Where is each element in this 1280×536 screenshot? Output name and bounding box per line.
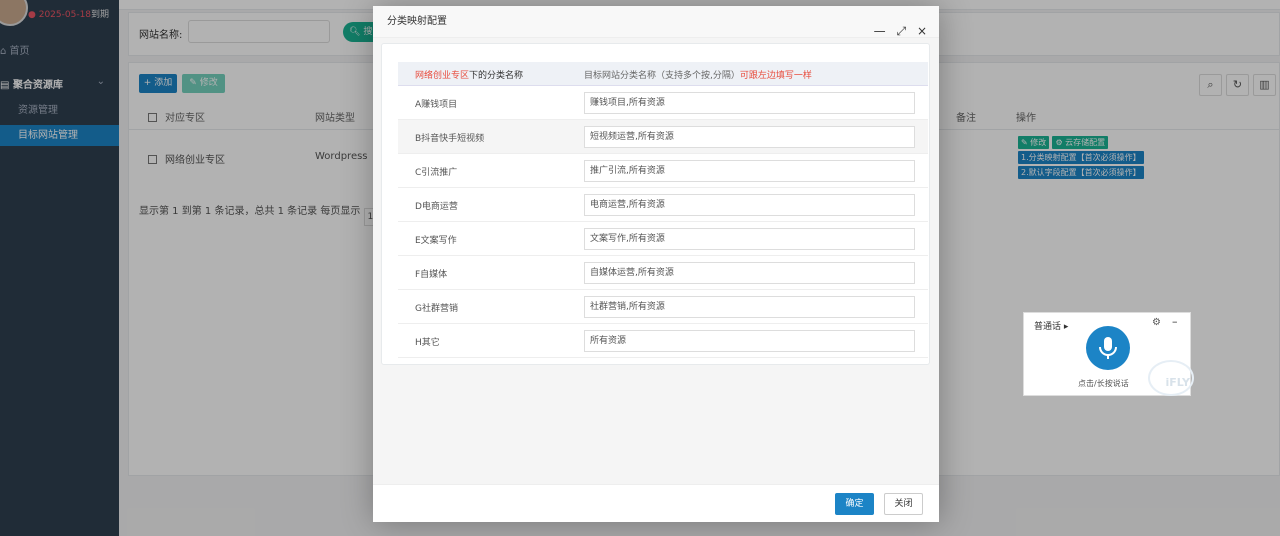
target-category-input[interactable]: 赚钱项目,所有资源 (584, 92, 915, 114)
close-button[interactable]: 关闭 (884, 493, 923, 515)
target-header-label: 目标网站分类名称（支持多个按,分隔） (584, 71, 740, 81)
mapping-header: 网络创业专区下的分类名称 目标网站分类名称（支持多个按,分隔）可跟左边填写一样 (398, 62, 928, 86)
mapping-row-label: C引流推广 (415, 168, 458, 178)
mapping-header-source: 网络创业专区下的分类名称 (415, 68, 523, 81)
mapping-row-label: A赚钱项目 (415, 100, 458, 110)
gear-icon[interactable]: ⚙ (1152, 317, 1161, 328)
mapping-row-label: F自媒体 (415, 270, 448, 280)
voice-input-widget: 普通话 ▸ ⚙ – 点击/长按说话 iFLY (1023, 312, 1194, 396)
target-category-input[interactable]: 社群营销,所有资源 (584, 296, 915, 318)
mapping-card: 网络创业专区下的分类名称 目标网站分类名称（支持多个按,分隔）可跟左边填写一样 … (381, 43, 930, 365)
voice-hint: 点击/长按说话 (1078, 379, 1129, 388)
microphone-button[interactable] (1086, 326, 1130, 370)
mapping-row: B抖音快手短视频 短视频运营,所有资源 (398, 120, 928, 154)
dialog-title-bar: 分类映射配置 — ⤢ × (373, 6, 939, 38)
target-category-input[interactable]: 电商运营,所有资源 (584, 194, 915, 216)
ifly-logo: iFLY (1148, 360, 1194, 396)
mapping-row: E文案写作 文案写作,所有资源 (398, 222, 928, 256)
target-category-input[interactable]: 自媒体运营,所有资源 (584, 262, 915, 284)
mapping-row-label: D电商运营 (415, 202, 458, 212)
mapping-row: G社群营销 社群营销,所有资源 (398, 290, 928, 324)
mapping-row-label: H其它 (415, 338, 440, 348)
target-category-input[interactable]: 文案写作,所有资源 (584, 228, 915, 250)
mapping-row: A赚钱项目 赚钱项目,所有资源 (398, 86, 928, 120)
minimize-icon[interactable]: – (1172, 315, 1178, 328)
category-mapping-dialog: 分类映射配置 — ⤢ × 网络创业专区下的分类名称 目标网站分类名称（支持多个按… (373, 6, 939, 522)
caret-right-icon: ▸ (1063, 322, 1069, 332)
target-category-input[interactable]: 推广引流,所有资源 (584, 160, 915, 182)
target-category-input[interactable]: 所有资源 (584, 330, 915, 352)
microphone-icon (1099, 337, 1117, 359)
target-header-hint: 可跟左边填写一样 (739, 71, 812, 81)
mapping-row-label: G社群营销 (415, 304, 458, 314)
mapping-row: F自媒体 自媒体运营,所有资源 (398, 256, 928, 290)
mapping-row-label: B抖音快手短视频 (415, 134, 485, 144)
dialog-title: 分类映射配置 (387, 16, 447, 27)
mapping-row: D电商运营 电商运营,所有资源 (398, 188, 928, 222)
mapping-row: H其它 所有资源 (398, 324, 928, 358)
voice-language-label: 普通话 (1034, 322, 1062, 332)
dialog-body: 网络创业专区下的分类名称 目标网站分类名称（支持多个按,分隔）可跟左边填写一样 … (373, 38, 939, 484)
voice-language-select[interactable]: 普通话 ▸ (1034, 319, 1068, 332)
mapping-header-target: 目标网站分类名称（支持多个按,分隔）可跟左边填写一样 (584, 68, 812, 81)
target-category-input[interactable]: 短视频运营,所有资源 (584, 126, 915, 148)
source-header-label: 下的分类名称 (469, 71, 524, 81)
confirm-button[interactable]: 确定 (835, 493, 874, 515)
mapping-row-label: E文案写作 (415, 236, 457, 246)
mapping-row: C引流推广 推广引流,所有资源 (398, 154, 928, 188)
source-zone-name: 网络创业专区 (415, 71, 470, 81)
dialog-footer: 确定 关闭 (373, 484, 939, 522)
